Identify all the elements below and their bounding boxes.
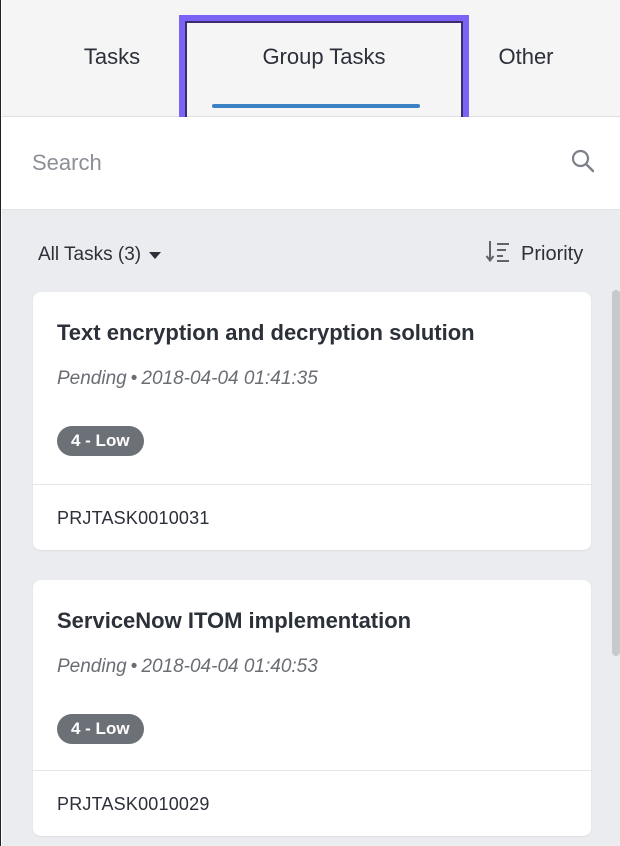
priority-badge: 4 - Low bbox=[57, 714, 144, 744]
tab-group-tasks[interactable]: Group Tasks bbox=[182, 0, 466, 116]
active-tab-indicator bbox=[212, 104, 420, 108]
task-number: PRJTASK0010029 bbox=[57, 794, 210, 814]
sort-label: Priority bbox=[521, 242, 584, 265]
sort-descending-icon bbox=[485, 238, 511, 270]
task-status: Pending bbox=[57, 368, 127, 389]
task-status: Pending bbox=[57, 656, 127, 677]
filter-dropdown[interactable]: All Tasks (3) bbox=[38, 240, 162, 270]
caret-down-icon bbox=[149, 244, 162, 266]
task-timestamp: 2018-04-04 01:41:35 bbox=[141, 368, 318, 389]
tab-other[interactable]: Other bbox=[466, 0, 586, 116]
task-timestamp: 2018-04-04 01:40:53 bbox=[141, 656, 318, 677]
sort-button[interactable]: Priority bbox=[485, 238, 583, 270]
tab-bar: Tasks Group Tasks Other bbox=[2, 0, 620, 117]
tab-other-label: Other bbox=[498, 44, 554, 69]
task-card[interactable]: ServiceNow ITOM implementation Pending • 2… bbox=[33, 580, 591, 836]
card-divider bbox=[33, 484, 591, 485]
app-frame: Tasks Group Tasks Other All Tasks (3) bbox=[0, 0, 620, 846]
separator-dot: • bbox=[130, 656, 138, 677]
task-title: Text encryption and decryption solution bbox=[57, 320, 475, 345]
scrollbar[interactable] bbox=[612, 290, 620, 656]
tab-tasks-label: Tasks bbox=[83, 44, 141, 69]
task-meta: Pending • 2018-04-04 01:40:53 bbox=[57, 656, 318, 678]
tab-group-tasks-label: Group Tasks bbox=[262, 44, 386, 69]
tab-tasks[interactable]: Tasks bbox=[42, 0, 182, 116]
search-icon[interactable] bbox=[570, 148, 596, 179]
card-divider bbox=[33, 770, 591, 771]
priority-badge: 4 - Low bbox=[57, 426, 144, 456]
separator-dot: • bbox=[130, 368, 138, 389]
task-card[interactable]: Text encryption and decryption solution … bbox=[33, 292, 591, 550]
search-bar bbox=[2, 117, 620, 210]
task-title: ServiceNow ITOM implementation bbox=[57, 608, 412, 633]
task-number: PRJTASK0010031 bbox=[57, 508, 210, 528]
task-meta: Pending • 2018-04-04 01:41:35 bbox=[57, 368, 318, 390]
filter-label: All Tasks (3) bbox=[38, 244, 142, 265]
search-input[interactable] bbox=[30, 139, 534, 187]
